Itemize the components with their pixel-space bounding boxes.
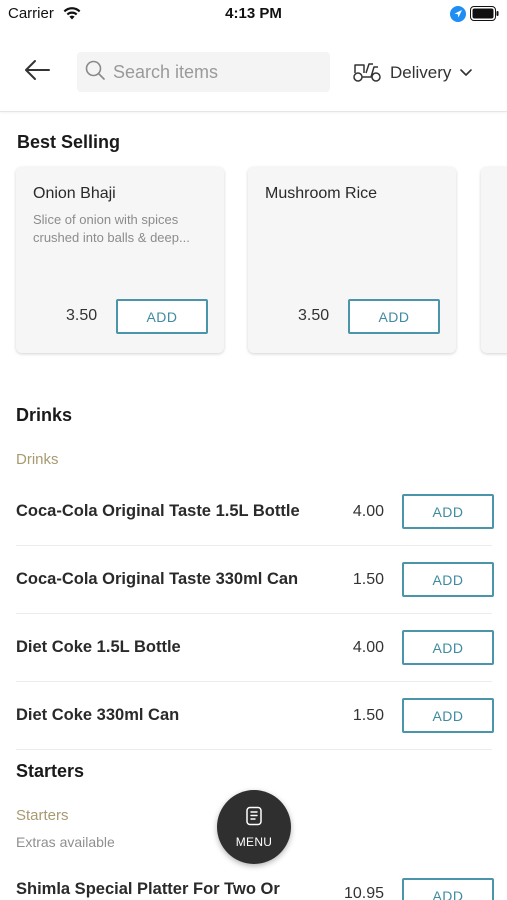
menu-item-price: 1.50: [352, 707, 384, 724]
card-item-description: Slice of onion with spices crushed into …: [33, 212, 190, 245]
card-item-price: 3.50: [66, 307, 98, 324]
menu-fab-button[interactable]: MENU: [217, 790, 291, 864]
battery-icon: [470, 6, 500, 26]
card-item-name: Mushroom Rice: [265, 185, 378, 202]
menu-item-row[interactable]: Coca-Cola Original Taste 1.5L Bottle 4.0…: [16, 478, 494, 546]
menu-item-name: Coca-Cola Original Taste 1.5L Bottle: [16, 502, 300, 520]
delivery-selector[interactable]: Delivery: [352, 58, 473, 88]
back-arrow-icon: [24, 59, 50, 86]
card-item-name: Onion Bhaji: [33, 185, 116, 202]
best-selling-card[interactable]: Mushroom Rice 3.50 ADD: [248, 167, 456, 353]
add-button[interactable]: ADD: [402, 494, 494, 529]
best-selling-title: Best Selling: [17, 132, 121, 152]
card-item-price: 3.50: [298, 307, 330, 324]
best-selling-card[interactable]: Onion Bhaji Slice of onion with spices c…: [16, 167, 224, 353]
menu-item-name: Diet Coke 1.5L Bottle: [16, 638, 181, 656]
starters-section-title: Starters: [16, 761, 85, 781]
search-icon: [85, 60, 105, 85]
add-button[interactable]: ADD: [402, 698, 494, 733]
menu-item-price: 1.50: [352, 571, 384, 588]
search-bar[interactable]: [77, 52, 330, 92]
chevron-down-icon: [459, 64, 473, 82]
menu-item-row[interactable]: Diet Coke 1.5L Bottle 4.00 ADD: [16, 614, 494, 682]
extras-available-note: Extras available: [16, 834, 115, 850]
menu-item-name: Diet Coke 330ml Can: [16, 706, 180, 724]
scooter-icon: [352, 59, 382, 88]
menu-item-price: 10.95: [343, 885, 384, 900]
add-button[interactable]: ADD: [116, 299, 208, 334]
add-button[interactable]: ADD: [348, 299, 440, 334]
best-selling-card-partial[interactable]: [481, 167, 507, 353]
menu-item-price: 4.00: [352, 503, 384, 520]
delivery-label: Delivery: [390, 63, 452, 82]
divider: [16, 749, 492, 750]
status-time: 4:13 PM: [225, 5, 282, 22]
add-button[interactable]: ADD: [402, 630, 494, 665]
starters-subcategory: Starters: [16, 807, 69, 824]
drinks-subcategory: Drinks: [16, 451, 59, 468]
header-bar: Delivery: [0, 36, 507, 112]
back-button[interactable]: [20, 56, 54, 88]
status-bar: Carrier 4:13 PM: [0, 0, 507, 28]
search-input[interactable]: [113, 61, 313, 83]
add-button[interactable]: ADD: [402, 878, 494, 900]
menu-item-name: Coca-Cola Original Taste 330ml Can: [16, 570, 299, 588]
menu-item-row[interactable]: Coca-Cola Original Taste 330ml Can 1.50 …: [16, 546, 494, 614]
drinks-section-title: Drinks: [16, 405, 73, 425]
menu-item-price: 4.00: [352, 639, 384, 656]
menu-item-row[interactable]: Diet Coke 330ml Can 1.50 ADD: [16, 682, 494, 750]
menu-fab-label: MENU: [235, 834, 273, 849]
menu-book-icon: [245, 806, 263, 831]
location-arrow-icon: [450, 6, 466, 27]
menu-item-name: Shimla Special Platter For Two Or: [16, 880, 280, 898]
add-button[interactable]: ADD: [402, 562, 494, 597]
